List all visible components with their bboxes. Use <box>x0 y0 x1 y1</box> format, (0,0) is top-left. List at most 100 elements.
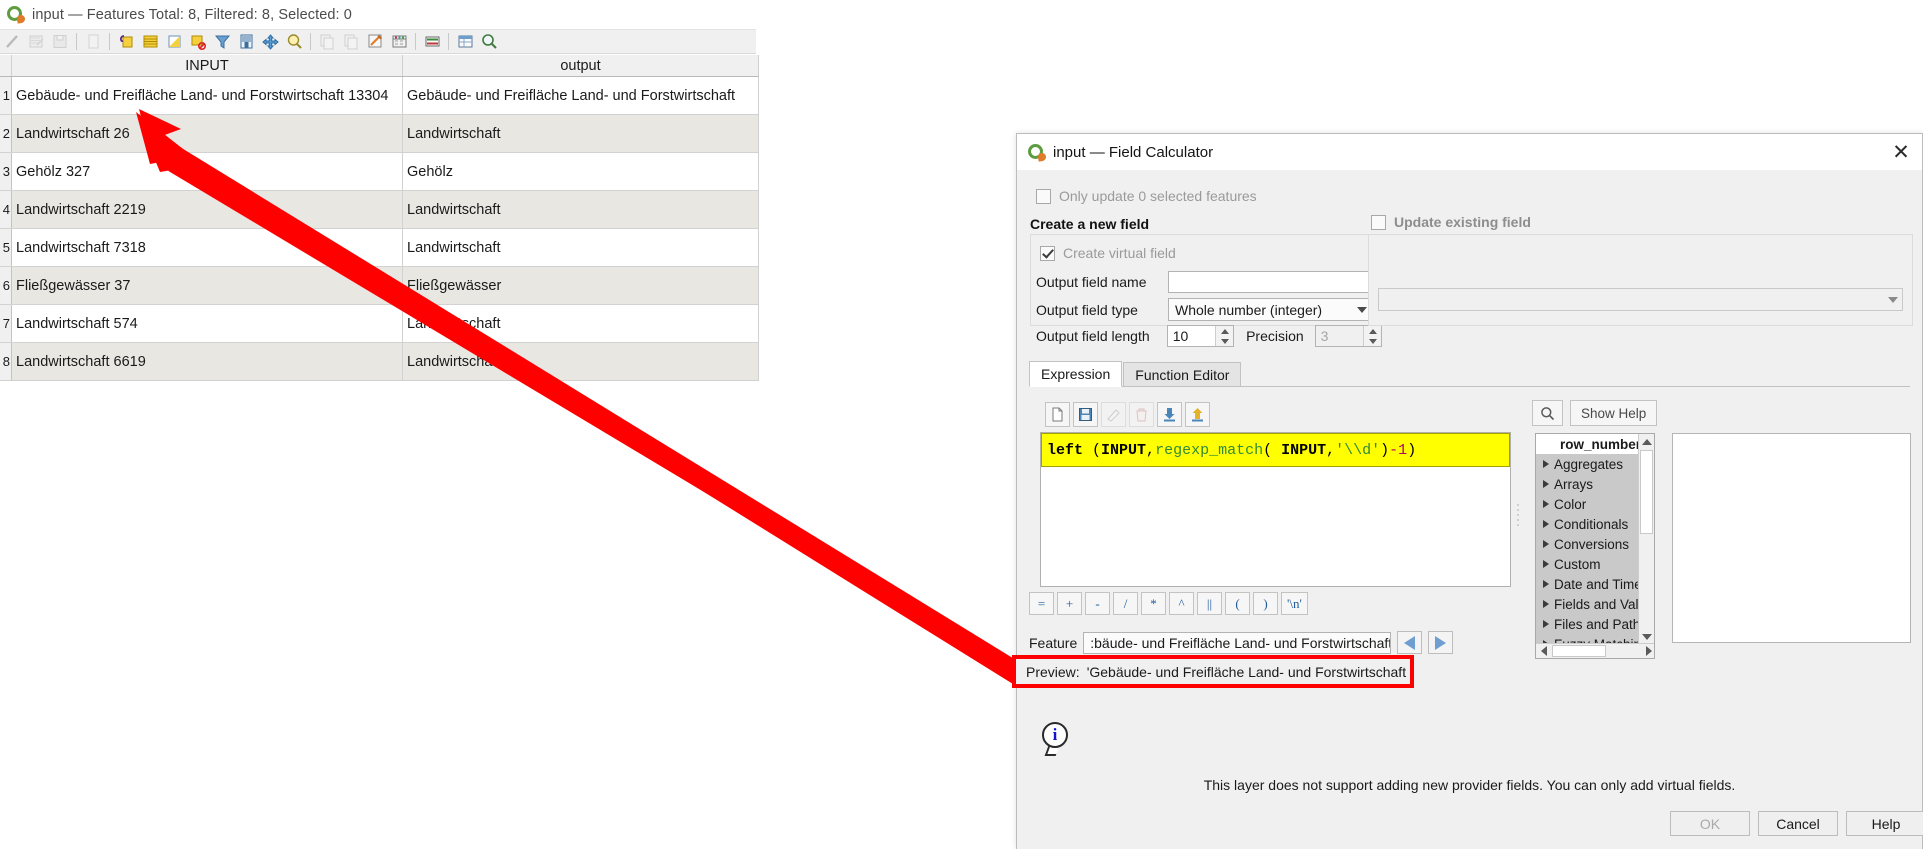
cell-input[interactable]: Gehölz 327 <box>11 152 403 191</box>
cell-input[interactable]: Landwirtschaft 6619 <box>11 342 403 381</box>
function-tree[interactable]: row_number Aggregates Arrays Color Condi… <box>1535 433 1655 659</box>
operator-concat[interactable]: || <box>1197 592 1222 615</box>
stepper-down-icon[interactable] <box>1220 338 1229 344</box>
search-icon[interactable] <box>1532 400 1563 426</box>
table-row[interactable]: 1 Gebäude- und Freifläche Land- und Fors… <box>0 76 759 115</box>
show-help-button[interactable]: Show Help <box>1570 400 1658 426</box>
stepper-down-icon[interactable] <box>1368 338 1377 344</box>
row-number[interactable]: 5 <box>0 228 12 267</box>
operator-multiply[interactable]: * <box>1141 592 1166 615</box>
function-group-custom[interactable]: Custom <box>1536 554 1641 574</box>
function-group-aggregates[interactable]: Aggregates <box>1536 454 1641 474</box>
table-row[interactable]: 2 Landwirtschaft 26 Landwirtschaft <box>0 114 759 153</box>
operator-close-paren[interactable]: ) <box>1253 592 1278 615</box>
chevron-right-icon[interactable] <box>1538 460 1554 468</box>
chevron-right-icon[interactable] <box>1538 580 1554 588</box>
operator-minus[interactable]: - <box>1085 592 1110 615</box>
table-row[interactable]: 6 Fließgewässer 37 Fließgewässer <box>0 266 759 305</box>
row-number[interactable]: 1 <box>0 76 12 115</box>
next-feature-icon[interactable] <box>1428 631 1454 654</box>
cell-input[interactable]: Gebäude- und Freifläche Land- und Forstw… <box>11 76 403 115</box>
cell-input[interactable]: Landwirtschaft 2219 <box>11 190 403 229</box>
function-group-arrays[interactable]: Arrays <box>1536 474 1641 494</box>
chevron-right-icon[interactable] <box>1538 620 1554 628</box>
column-header-output[interactable]: output <box>402 55 759 77</box>
function-group-date-and-time[interactable]: Date and Time <box>1536 574 1642 594</box>
function-group-color[interactable]: Color <box>1536 494 1641 514</box>
tab-function-editor[interactable]: Function Editor <box>1123 362 1242 386</box>
splitter-handle[interactable] <box>1515 455 1521 575</box>
paste-features-icon[interactable] <box>340 31 362 53</box>
create-virtual-field-row[interactable]: Create virtual field <box>1040 245 1176 261</box>
cell-output[interactable]: Gebäude- und Freifläche Land- und Forstw… <box>402 76 759 115</box>
previous-feature-icon[interactable] <box>1397 631 1423 654</box>
operator-newline[interactable]: '\n' <box>1281 592 1308 615</box>
new-file-icon[interactable] <box>1045 401 1070 427</box>
function-group-conversions[interactable]: Conversions <box>1536 534 1641 554</box>
cell-output[interactable]: Landwirtschaft <box>402 342 759 381</box>
delete-expression-icon[interactable] <box>1129 401 1154 427</box>
expression-text-area[interactable]: left (INPUT, regexp_match( INPUT, '\\d') -1… <box>1040 432 1511 587</box>
precision-stepper[interactable]: 3 <box>1314 325 1383 347</box>
conditional-formatting-icon[interactable] <box>388 31 410 53</box>
stepper-up-icon[interactable] <box>1220 328 1229 334</box>
chevron-right-icon[interactable] <box>1538 480 1554 488</box>
update-existing-field-row[interactable]: Update existing field <box>1371 214 1531 230</box>
dock-table-icon[interactable] <box>454 31 476 53</box>
row-number[interactable]: 6 <box>0 266 12 305</box>
zoom-to-selection-icon[interactable] <box>478 31 500 53</box>
invert-selection-icon[interactable] <box>163 31 185 53</box>
chevron-right-icon[interactable] <box>1538 500 1554 508</box>
cell-output[interactable]: Landwirtschaft <box>402 228 759 267</box>
cell-output[interactable]: Landwirtschaft <box>402 114 759 153</box>
chevron-right-icon[interactable] <box>1538 600 1554 608</box>
cell-output[interactable]: Fließgewässer <box>402 266 759 305</box>
function-group-conditionals[interactable]: Conditionals <box>1536 514 1641 534</box>
cancel-button[interactable]: Cancel <box>1758 811 1838 836</box>
cell-input[interactable]: Landwirtschaft 574 <box>11 304 403 343</box>
stepper-buttons[interactable] <box>1363 326 1382 346</box>
create-virtual-field-checkbox[interactable] <box>1040 245 1055 261</box>
row-number[interactable]: 8 <box>0 342 12 381</box>
feature-select[interactable]: :bäude- und Freifläche Land- und Forstwi… <box>1083 631 1392 654</box>
select-by-expression-icon[interactable] <box>235 31 257 53</box>
operator-open-paren[interactable]: ( <box>1225 592 1250 615</box>
only-update-selected-checkbox-row[interactable]: Only update 0 selected features <box>1036 188 1257 204</box>
row-number[interactable]: 7 <box>0 304 12 343</box>
table-row[interactable]: 5 Landwirtschaft 7318 Landwirtschaft <box>0 228 759 267</box>
cell-input[interactable]: Landwirtschaft 7318 <box>11 228 403 267</box>
save-layer-edits-icon[interactable] <box>49 31 71 53</box>
move-selection-to-top-icon[interactable] <box>259 31 281 53</box>
cell-input[interactable]: Fließgewässer 37 <box>11 266 403 305</box>
function-tree-vertical-scrollbar[interactable] <box>1638 434 1654 644</box>
export-expression-icon[interactable] <box>1185 401 1210 427</box>
update-existing-field-select[interactable] <box>1378 288 1903 311</box>
function-item-row-number[interactable]: row_number <box>1536 434 1641 454</box>
stepper-buttons[interactable] <box>1215 326 1234 346</box>
tab-expression[interactable]: Expression <box>1029 361 1123 387</box>
cell-input[interactable]: Landwirtschaft 26 <box>11 114 403 153</box>
new-field-icon[interactable] <box>82 31 104 53</box>
scroll-right-icon[interactable] <box>1641 644 1654 658</box>
table-row[interactable]: 4 Landwirtschaft 2219 Landwirtschaft <box>0 190 759 229</box>
function-tree-horizontal-scrollbar[interactable] <box>1536 643 1654 658</box>
scrollbar-thumb[interactable] <box>1640 450 1653 534</box>
output-field-name-input[interactable] <box>1168 271 1372 293</box>
column-header-input[interactable]: INPUT <box>11 55 403 77</box>
table-row[interactable]: 8 Landwirtschaft 6619 Landwirtschaft <box>0 342 759 381</box>
select-all-icon[interactable] <box>139 31 161 53</box>
chevron-right-icon[interactable] <box>1538 520 1554 528</box>
operator-equals[interactable]: = <box>1029 592 1054 615</box>
copy-features-icon[interactable] <box>316 31 338 53</box>
function-group-files-and-paths[interactable]: Files and Paths <box>1536 614 1647 634</box>
ok-button[interactable]: OK <box>1670 811 1750 836</box>
close-icon[interactable]: ✕ <box>1888 139 1914 165</box>
output-field-length-stepper[interactable]: 10 <box>1166 325 1235 347</box>
help-button[interactable]: Help <box>1846 811 1923 836</box>
chevron-right-icon[interactable] <box>1538 560 1554 568</box>
pan-to-selection-icon[interactable] <box>283 31 305 53</box>
cell-output[interactable]: Landwirtschaft <box>402 304 759 343</box>
chevron-right-icon[interactable] <box>1538 540 1554 548</box>
row-number[interactable]: 3 <box>0 152 12 191</box>
table-row[interactable]: 3 Gehölz 327 Gehölz <box>0 152 759 191</box>
